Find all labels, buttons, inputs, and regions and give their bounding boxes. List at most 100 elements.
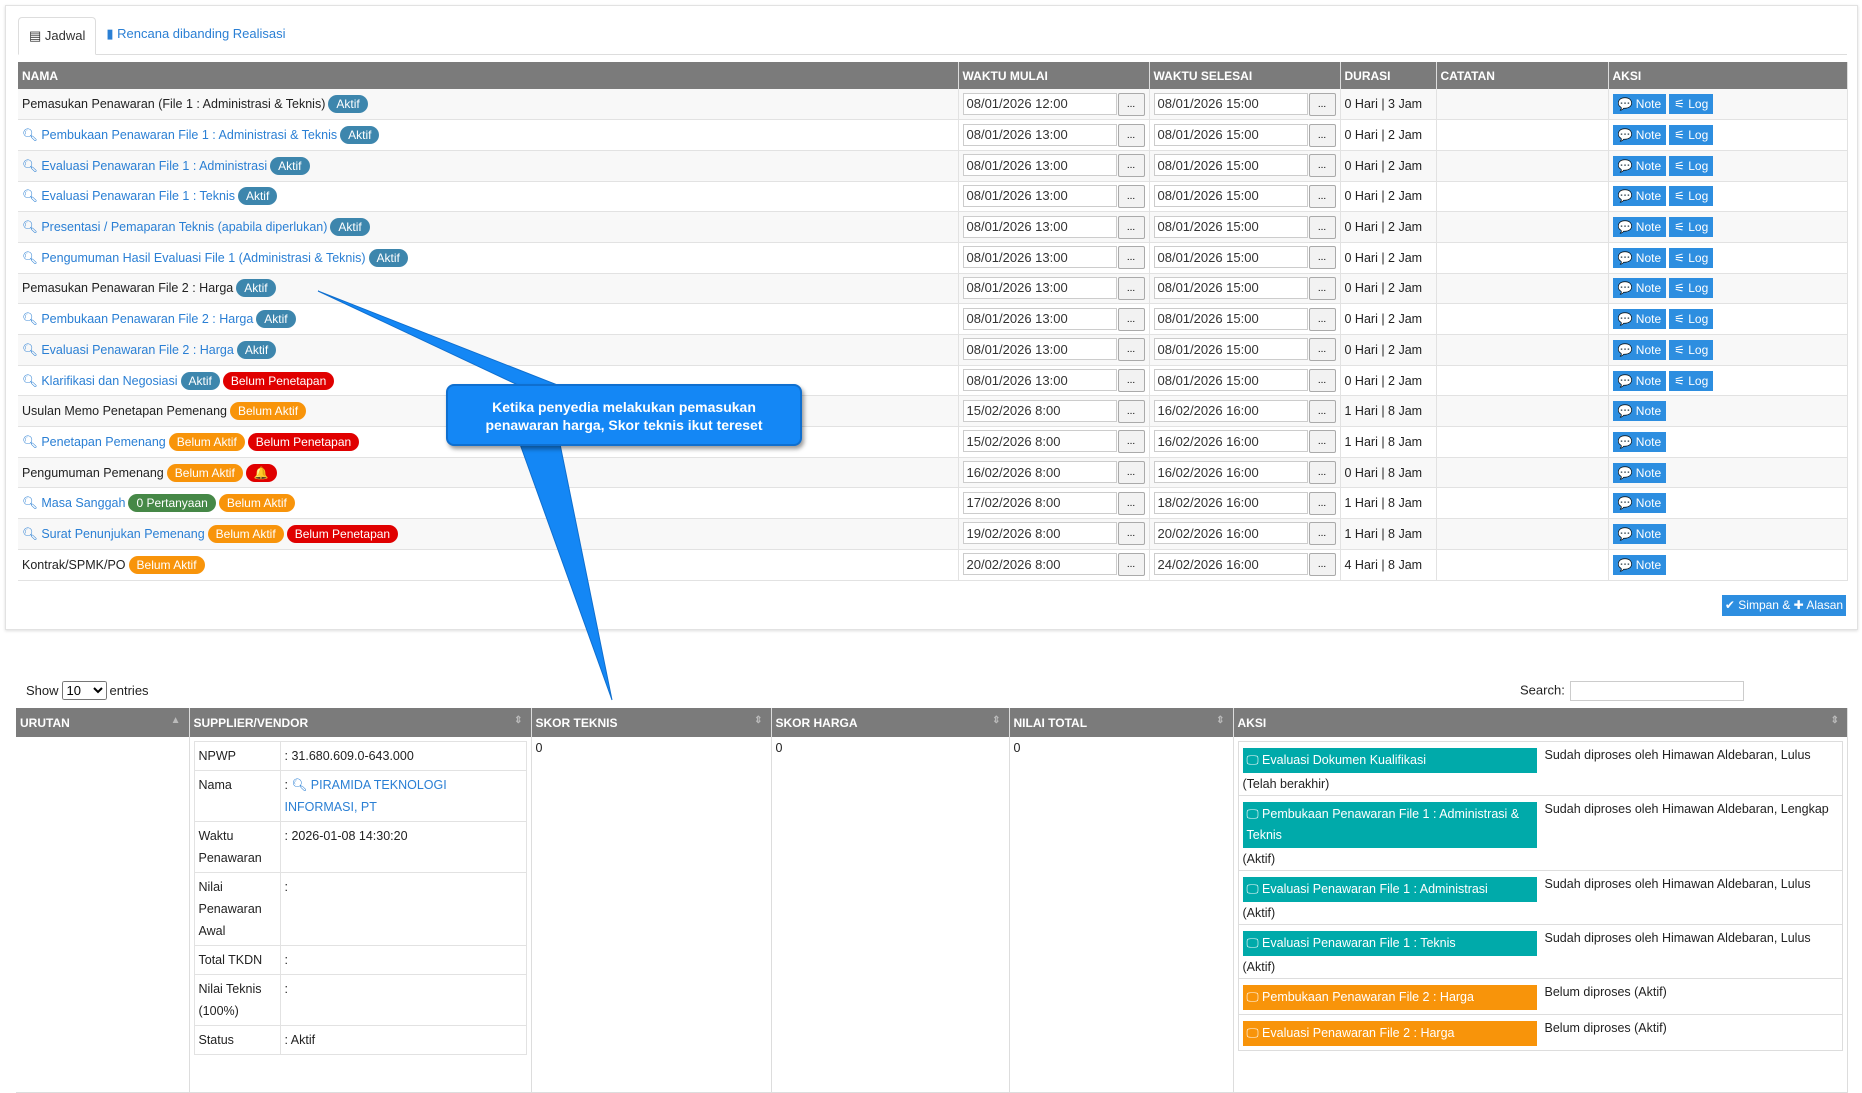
note-button[interactable]: 💬 Note xyxy=(1612,186,1667,207)
search-icon[interactable]: 🔍︎ xyxy=(22,496,41,510)
note-button[interactable]: 💬 Note xyxy=(1612,370,1667,391)
start-time-input[interactable] xyxy=(962,522,1117,545)
note-button[interactable]: 💬 Note xyxy=(1612,401,1667,422)
evaluation-button[interactable]: 🖵 Evaluasi Penawaran File 1 : Teknis xyxy=(1242,931,1537,956)
activity-name[interactable]: Masa Sanggah xyxy=(41,496,125,510)
note-button[interactable]: 💬 Note xyxy=(1612,431,1667,452)
date-picker-button[interactable]: ... xyxy=(1308,276,1336,300)
col-supplier[interactable]: SUPPLIER/VENDOR ⇕ xyxy=(189,708,532,737)
date-picker-button[interactable]: ... xyxy=(1308,399,1336,423)
search-icon[interactable]: 🔍︎ xyxy=(22,435,41,449)
activity-name[interactable]: Pengumuman Hasil Evaluasi File 1 (Admini… xyxy=(41,251,365,265)
date-picker-button[interactable]: ... xyxy=(1308,215,1336,239)
search-icon[interactable]: 🔍︎ xyxy=(22,159,41,173)
date-picker-button[interactable]: ... xyxy=(1117,369,1145,393)
evaluation-button[interactable]: 🖵 Evaluasi Dokumen Kualifikasi xyxy=(1242,748,1537,773)
date-picker-button[interactable]: ... xyxy=(1117,522,1145,546)
note-button[interactable]: 💬 Note xyxy=(1612,493,1667,514)
end-time-input[interactable] xyxy=(1153,430,1308,453)
note-button[interactable]: 💬 Note xyxy=(1612,125,1667,146)
date-picker-button[interactable]: ... xyxy=(1117,123,1145,147)
note-button[interactable]: 💬 Note xyxy=(1612,309,1667,330)
end-time-input[interactable] xyxy=(1153,491,1308,514)
log-button[interactable]: ⚟ Log xyxy=(1669,155,1714,176)
log-button[interactable]: ⚟ Log xyxy=(1669,94,1714,115)
end-time-input[interactable] xyxy=(1153,522,1308,545)
search-icon[interactable]: 🔍︎ xyxy=(22,312,41,326)
end-time-input[interactable] xyxy=(1153,123,1308,146)
date-picker-button[interactable]: ... xyxy=(1308,461,1336,485)
date-picker-button[interactable]: ... xyxy=(1117,461,1145,485)
date-picker-button[interactable]: ... xyxy=(1117,276,1145,300)
end-time-input[interactable] xyxy=(1153,276,1308,299)
log-button[interactable]: ⚟ Log xyxy=(1669,186,1714,207)
search-icon[interactable]: 🔍︎ xyxy=(22,374,41,388)
save-with-reason-button[interactable]: ✔ Simpan & ✚ Alasan xyxy=(1722,595,1846,616)
start-time-input[interactable] xyxy=(962,154,1117,177)
start-time-input[interactable] xyxy=(962,246,1117,269)
start-time-input[interactable] xyxy=(962,553,1117,576)
end-time-input[interactable] xyxy=(1153,307,1308,330)
tab-rencana[interactable]: ▮ Rencana dibanding Realisasi xyxy=(96,16,295,54)
end-time-input[interactable] xyxy=(1153,338,1308,361)
date-picker-button[interactable]: ... xyxy=(1308,123,1336,147)
date-picker-button[interactable]: ... xyxy=(1117,215,1145,239)
end-time-input[interactable] xyxy=(1153,215,1308,238)
log-button[interactable]: ⚟ Log xyxy=(1669,247,1714,268)
date-picker-button[interactable]: ... xyxy=(1308,430,1336,454)
end-time-input[interactable] xyxy=(1153,461,1308,484)
search-icon[interactable]: 🔍︎ xyxy=(22,128,41,142)
date-picker-button[interactable]: ... xyxy=(1308,369,1336,393)
log-button[interactable]: ⚟ Log xyxy=(1669,125,1714,146)
activity-name[interactable]: Klarifikasi dan Negosiasi xyxy=(41,374,177,388)
evaluation-button[interactable]: 🖵 Pembukaan Penawaran File 2 : Harga xyxy=(1242,985,1537,1010)
date-picker-button[interactable]: ... xyxy=(1117,154,1145,178)
note-button[interactable]: 💬 Note xyxy=(1612,554,1667,575)
date-picker-button[interactable]: ... xyxy=(1117,246,1145,270)
col-skor-teknis[interactable]: SKOR TEKNIS ⇕ xyxy=(531,708,772,737)
start-time-input[interactable] xyxy=(962,491,1117,514)
date-picker-button[interactable]: ... xyxy=(1308,522,1336,546)
date-picker-button[interactable]: ... xyxy=(1117,491,1145,515)
col-urutan[interactable]: URUTAN ▲ xyxy=(16,708,190,737)
note-button[interactable]: 💬 Note xyxy=(1612,339,1667,360)
note-button[interactable]: 💬 Note xyxy=(1612,155,1667,176)
col-skor-harga[interactable]: SKOR HARGA ⇕ xyxy=(771,708,1010,737)
end-time-input[interactable] xyxy=(1153,154,1308,177)
date-picker-button[interactable]: ... xyxy=(1308,553,1336,577)
date-picker-button[interactable]: ... xyxy=(1117,307,1145,331)
start-time-input[interactable] xyxy=(962,276,1117,299)
start-time-input[interactable] xyxy=(962,461,1117,484)
date-picker-button[interactable]: ... xyxy=(1117,184,1145,208)
evaluation-button[interactable]: 🖵 Evaluasi Penawaran File 2 : Harga xyxy=(1242,1021,1537,1046)
col-aksi[interactable]: AKSI ⇕ xyxy=(1233,708,1848,737)
end-time-input[interactable] xyxy=(1153,369,1308,392)
search-icon[interactable]: 🔍︎ xyxy=(22,189,41,203)
log-button[interactable]: ⚟ Log xyxy=(1669,370,1714,391)
log-button[interactable]: ⚟ Log xyxy=(1669,339,1714,360)
note-button[interactable]: 💬 Note xyxy=(1612,523,1667,544)
note-button[interactable]: 💬 Note xyxy=(1612,217,1667,238)
entries-select[interactable]: 10 xyxy=(61,681,107,700)
start-time-input[interactable] xyxy=(962,307,1117,330)
start-time-input[interactable] xyxy=(962,215,1117,238)
note-button[interactable]: 💬 Note xyxy=(1612,278,1667,299)
end-time-input[interactable] xyxy=(1153,92,1308,115)
activity-name[interactable]: Surat Penunjukan Pemenang xyxy=(41,527,204,541)
end-time-input[interactable] xyxy=(1153,399,1308,422)
evaluation-button[interactable]: 🖵 Pembukaan Penawaran File 1 : Administr… xyxy=(1242,802,1537,848)
note-button[interactable]: 💬 Note xyxy=(1612,247,1667,268)
activity-name[interactable]: Evaluasi Penawaran File 1 : Teknis xyxy=(41,189,235,203)
activity-name[interactable]: Evaluasi Penawaran File 1 : Administrasi xyxy=(41,159,267,173)
tab-jadwal[interactable]: ▤ Jadwal xyxy=(18,17,97,55)
search-input[interactable] xyxy=(1569,681,1744,701)
activity-name[interactable]: Pembukaan Penawaran File 2 : Harga xyxy=(41,312,253,326)
end-time-input[interactable] xyxy=(1153,184,1308,207)
search-icon[interactable]: 🔍︎ xyxy=(22,220,41,234)
note-button[interactable]: 💬 Note xyxy=(1612,462,1667,483)
date-picker-button[interactable]: ... xyxy=(1308,154,1336,178)
col-nilai-total[interactable]: NILAI TOTAL ⇕ xyxy=(1009,708,1234,737)
date-picker-button[interactable]: ... xyxy=(1117,553,1145,577)
start-time-input[interactable] xyxy=(962,369,1117,392)
log-button[interactable]: ⚟ Log xyxy=(1669,278,1714,299)
